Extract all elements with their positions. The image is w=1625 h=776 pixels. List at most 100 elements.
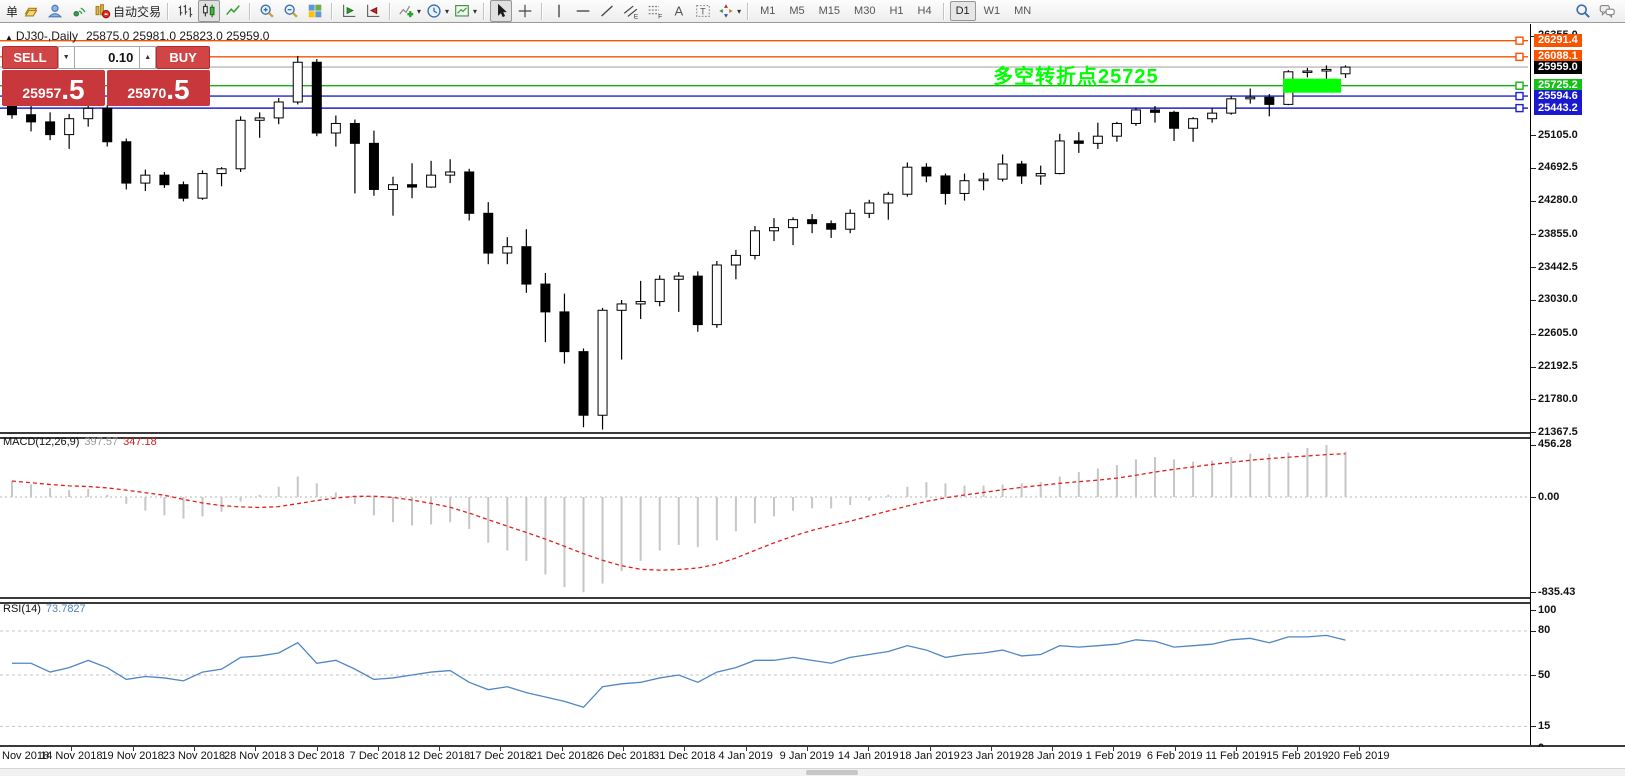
timeframe-mn-button[interactable]: MN: [1008, 1, 1037, 21]
equidistant-channel-button[interactable]: E: [620, 0, 642, 22]
trendline-button[interactable]: [596, 0, 618, 22]
chart-shift-button[interactable]: [362, 0, 384, 22]
candle-body: [84, 108, 93, 118]
dropdown-caret-icon[interactable]: ▾: [473, 7, 477, 16]
macd-tick-label: 0.00: [1538, 491, 1559, 503]
text-button[interactable]: A: [668, 0, 690, 22]
candle-body: [598, 310, 607, 415]
line-end-marker: [1516, 105, 1523, 112]
dropdown-caret-icon[interactable]: ▾: [445, 7, 449, 16]
tile-windows-button[interactable]: [304, 0, 326, 22]
caret-up-icon: ▲: [144, 54, 151, 61]
gold-bar-button[interactable]: [20, 0, 42, 22]
buy-button[interactable]: BUY: [156, 46, 210, 69]
zoom-in-icon: [258, 2, 276, 20]
candle-body: [46, 122, 55, 135]
text-icon: A: [670, 2, 688, 20]
indicators-button[interactable]: ▾: [396, 0, 422, 22]
date-label: 17 Dec 2018: [469, 750, 531, 762]
toolbar-separator: [943, 3, 945, 20]
toolbar-groups: 单 自动交易 ▾ ▾ ▾ EFAT ▾: [2, 0, 743, 22]
candle-body: [1208, 113, 1217, 119]
bar-chart-button[interactable]: [174, 0, 196, 22]
dropdown-caret-icon[interactable]: ▾: [417, 7, 421, 16]
candle-body: [1036, 174, 1045, 176]
candlestick-chart-button[interactable]: [198, 0, 220, 22]
svg-text:E: E: [634, 14, 639, 20]
pane-separator-rsi[interactable]: [0, 597, 1625, 604]
axis-tick-mark: [1531, 201, 1536, 202]
horizontal-line-button[interactable]: [572, 0, 594, 22]
ohlc-readout: 25875.0 25981.0 25823.0 25959.0: [86, 29, 270, 43]
timeframe-m30-button[interactable]: M30: [848, 1, 881, 21]
cursor-button[interactable]: [490, 0, 512, 22]
crosshair-button[interactable]: [514, 0, 536, 22]
toolbar-separator: [541, 3, 543, 20]
chat-button[interactable]: [1596, 0, 1618, 22]
pane-separator-macd[interactable]: [0, 432, 1625, 439]
rsi-tick-label: 50: [1538, 669, 1550, 681]
date-label: 31 Dec 2018: [653, 750, 715, 762]
timeframe-m15-button[interactable]: M15: [813, 1, 846, 21]
periods-icon: [425, 2, 443, 20]
dropdown-caret-icon[interactable]: ▾: [737, 7, 741, 16]
candle-body: [903, 167, 912, 194]
macd-name: MACD(12,26,9): [3, 436, 79, 448]
arrows-button[interactable]: ▾: [716, 0, 742, 22]
zoom-in-button[interactable]: [256, 0, 278, 22]
axis-tick-mark: [1531, 234, 1536, 235]
volume-input[interactable]: 0.10: [75, 46, 140, 69]
scrollbar-thumb[interactable]: [806, 770, 858, 775]
candle-body: [1093, 136, 1102, 143]
timeframe-h4-button[interactable]: H4: [912, 1, 938, 21]
periods-button[interactable]: ▾: [424, 0, 450, 22]
templates-button[interactable]: ▾: [452, 0, 478, 22]
axis-tick-mark: [1531, 135, 1536, 136]
timeframe-d1-button[interactable]: D1: [950, 1, 976, 21]
autotrading-button[interactable]: 自动交易: [92, 0, 162, 22]
search-button[interactable]: [1572, 0, 1594, 22]
templates-icon: [453, 2, 471, 20]
axis-tick-mark: [1531, 334, 1536, 335]
new-order-button[interactable]: 单: [3, 0, 18, 22]
volume-decrease-button[interactable]: ▼: [58, 46, 75, 69]
buy-price-display[interactable]: 25970.5: [107, 70, 210, 106]
candle-body: [389, 185, 398, 190]
horizontal-scrollbar[interactable]: [0, 768, 1625, 776]
candle-body: [865, 203, 874, 213]
date-label: 28 Nov 2018: [224, 750, 286, 762]
date-label: 11 Feb 2019: [1206, 750, 1267, 762]
candle-body: [198, 174, 207, 199]
timeframe-w1-button[interactable]: W1: [978, 1, 1007, 21]
date-label: 21 Dec 2018: [530, 750, 592, 762]
candle-body: [293, 62, 302, 102]
line-chart-button[interactable]: [222, 0, 244, 22]
signals-button[interactable]: [68, 0, 90, 22]
equidistant-channel-icon: E: [622, 2, 640, 20]
line-end-marker: [1516, 53, 1523, 60]
candle-body: [922, 167, 931, 176]
chart-marker-icon: ▲: [5, 33, 13, 42]
sell-price-display[interactable]: 25957.5: [2, 70, 105, 106]
vertical-line-button[interactable]: [548, 0, 570, 22]
zoom-out-button[interactable]: [280, 0, 302, 22]
community-button[interactable]: [44, 0, 66, 22]
candle-body: [998, 164, 1007, 179]
macd-tick-label: 456.28: [1538, 438, 1572, 450]
text-label-button[interactable]: T: [692, 0, 714, 22]
date-label: 6 Feb 2019: [1147, 750, 1203, 762]
fibonacci-button[interactable]: F: [644, 0, 666, 22]
date-label: 23 Nov 2018: [163, 750, 225, 762]
line-end-marker: [1516, 93, 1523, 100]
sell-button[interactable]: SELL: [2, 46, 58, 69]
date-label: 14 Nov 2018: [40, 750, 102, 762]
auto-scroll-button[interactable]: [338, 0, 360, 22]
timeframe-m1-button[interactable]: M1: [754, 1, 781, 21]
price-tick-label: 21367.5: [1538, 426, 1578, 438]
date-label: 9 Jan 2019: [780, 750, 834, 762]
chart-canvas[interactable]: [0, 24, 1531, 745]
timeframe-h1-button[interactable]: H1: [883, 1, 909, 21]
timeframe-m5-button[interactable]: M5: [783, 1, 810, 21]
highlight-rectangle: [1283, 79, 1341, 93]
volume-increase-button[interactable]: ▲: [139, 46, 156, 69]
